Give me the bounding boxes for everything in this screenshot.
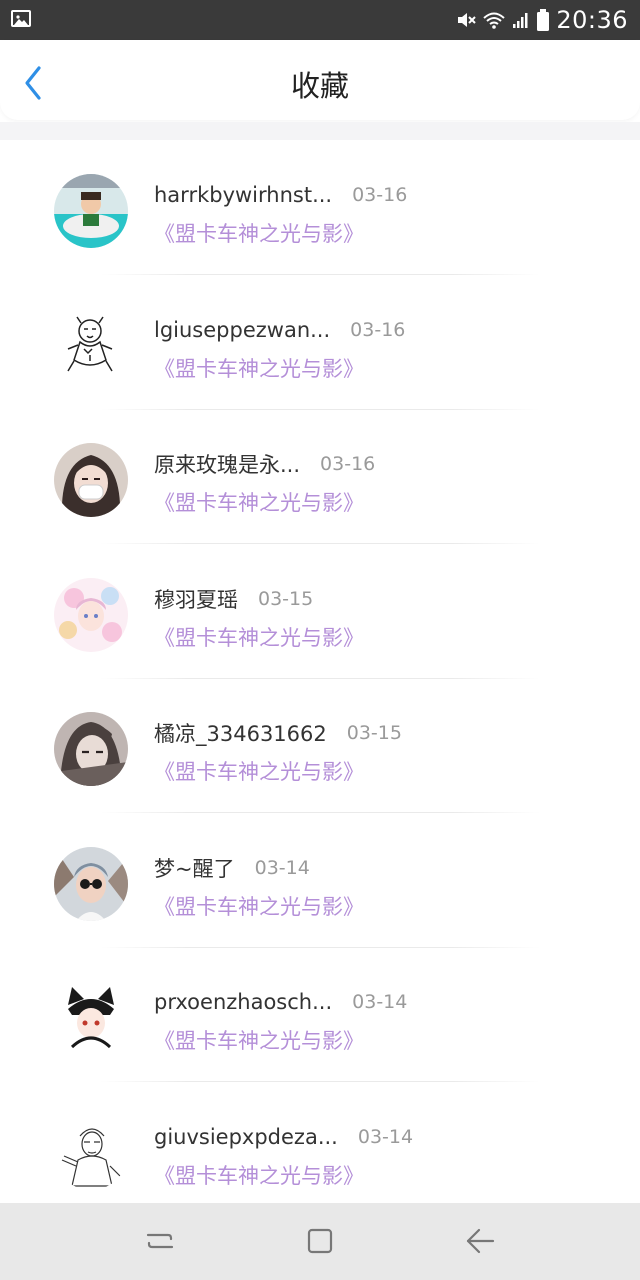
name-row: giuvsiepxpdeza... 03-14 (154, 1122, 413, 1152)
name-row: 橘凉_334631662 03-15 (154, 718, 402, 748)
avatar[interactable] (54, 577, 128, 652)
page-title: 收藏 (290, 69, 349, 103)
name-row: lgiuseppezwan... 03-16 (154, 315, 405, 345)
back-arrow-icon (466, 1228, 495, 1254)
signal-icon (513, 13, 528, 28)
favorite-title-link[interactable]: 《盟卡车神之光与影》 (154, 353, 364, 383)
user-name: lgiuseppezwan... (154, 317, 331, 342)
name-row: prxoenzhaosch... 03-14 (154, 987, 407, 1017)
favorite-title-link[interactable]: 《盟卡车神之光与影》 (154, 1160, 364, 1190)
avatar[interactable] (54, 174, 128, 248)
user-name: 原来玫瑰是永... (154, 453, 301, 477)
date-label: 03-15 (258, 587, 314, 610)
date-label: 03-14 (357, 1125, 414, 1148)
date-label: 03-16 (320, 453, 376, 475)
list-item[interactable]: 橘凉_334631662 03-15 《盟卡车神之光与影》 (0, 678, 640, 813)
date-label: 03-14 (352, 991, 408, 1013)
favorite-title-link[interactable]: 《盟卡车神之光与影》 (154, 487, 364, 517)
battery-icon (537, 9, 550, 31)
recent-apps-button[interactable] (140, 1221, 180, 1261)
date-label: 03-14 (254, 856, 310, 879)
avatar[interactable] (54, 981, 128, 1055)
user-name: 梦~醒了 (154, 856, 235, 881)
user-name: prxoenzhaosch... (154, 990, 333, 1014)
favorite-title-link[interactable]: 《盟卡车神之光与影》 (154, 756, 364, 786)
user-name: 橘凉_334631662 (154, 722, 327, 746)
favorite-title-link[interactable]: 《盟卡车神之光与影》 (154, 218, 364, 248)
avatar[interactable] (54, 712, 128, 786)
user-name: harrkbywirhnst... (154, 183, 333, 207)
image-icon (11, 10, 31, 27)
wifi-icon (483, 12, 505, 29)
list-item[interactable]: lgiuseppezwan... 03-16 《盟卡车神之光与影》 (0, 275, 640, 410)
navigation-bar (0, 1203, 640, 1280)
list-item[interactable]: giuvsiepxpdeza... 03-14 《盟卡车神之光与影》 (0, 1082, 640, 1217)
list-item[interactable]: 穆羽夏瑶 03-15 《盟卡车神之光与影》 (0, 544, 640, 679)
name-row: 梦~醒了 03-14 (154, 853, 310, 883)
list-item[interactable]: prxoenzhaosch... 03-14 《盟卡车神之光与影》 (0, 947, 640, 1082)
favorite-title-link[interactable]: 《盟卡车神之光与影》 (154, 622, 364, 652)
clock: 20:36 (556, 6, 628, 34)
list-item[interactable]: harrkbywirhnst... 03-16 《盟卡车神之光与影》 (0, 140, 640, 275)
list-item[interactable]: 原来玫瑰是永... 03-16 《盟卡车神之光与影》 (0, 409, 640, 544)
avatar[interactable] (54, 443, 128, 517)
list-item[interactable]: 梦~醒了 03-14 《盟卡车神之光与影》 (0, 813, 640, 948)
header-divider (0, 122, 640, 140)
user-name: 穆羽夏瑶 (154, 587, 238, 612)
system-back-button[interactable] (460, 1221, 500, 1261)
favorite-title-link[interactable]: 《盟卡车神之光与影》 (154, 1025, 364, 1055)
status-bar: 20:36 (0, 0, 640, 40)
favorite-title-link[interactable]: 《盟卡车神之光与影》 (154, 891, 364, 921)
recent-apps-icon (146, 1233, 174, 1249)
avatar[interactable] (54, 308, 128, 383)
home-button[interactable] (300, 1221, 340, 1261)
header: 收藏 (0, 40, 640, 120)
date-label: 03-16 (352, 184, 408, 206)
avatar[interactable] (54, 846, 128, 921)
name-row: 原来玫瑰是永... 03-16 (154, 449, 375, 479)
avatar[interactable] (54, 1115, 128, 1190)
name-row: 穆羽夏瑶 03-15 (154, 584, 313, 614)
mute-icon (458, 13, 477, 27)
date-label: 03-16 (350, 318, 406, 341)
home-icon (307, 1228, 333, 1254)
name-row: harrkbywirhnst... 03-16 (154, 180, 407, 210)
date-label: 03-15 (346, 722, 402, 744)
user-name: giuvsiepxpdeza... (154, 1124, 338, 1149)
